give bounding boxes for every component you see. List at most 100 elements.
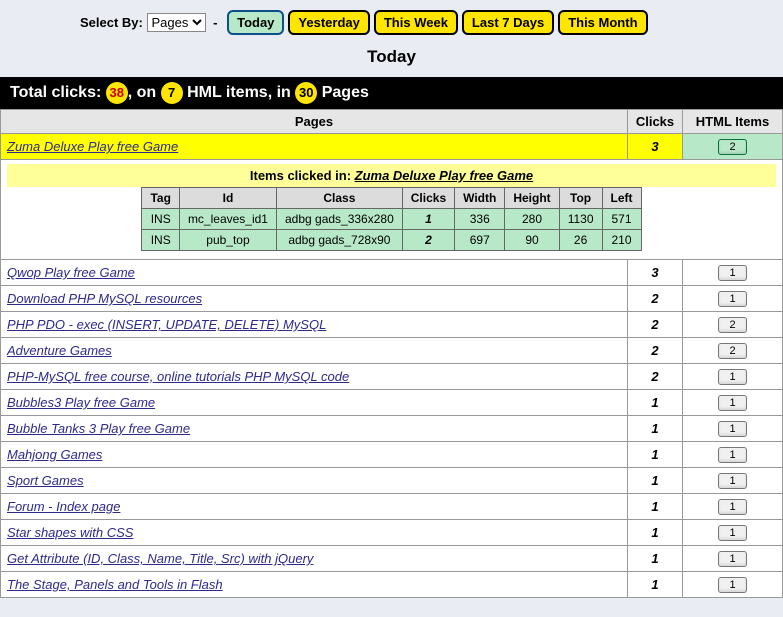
inner-cell-height: 90 bbox=[505, 230, 559, 251]
clicks-cell: 1 bbox=[628, 520, 683, 546]
expand-button[interactable]: 1 bbox=[718, 421, 746, 437]
inner-col-class: Class bbox=[276, 188, 402, 209]
expand-button[interactable]: 1 bbox=[718, 577, 746, 593]
inner-cell-class: adbg gads_336x280 bbox=[276, 209, 402, 230]
clicks-cell: 2 bbox=[628, 364, 683, 390]
table-row: Bubble Tanks 3 Play free Game 1 1 bbox=[1, 416, 783, 442]
inner-row: INSpub_topadbg gads_728x9026979026210 bbox=[142, 230, 641, 251]
inner-col-clicks: Clicks bbox=[402, 188, 454, 209]
inner-cell-id: mc_leaves_id1 bbox=[179, 209, 276, 230]
page-link[interactable]: Adventure Games bbox=[7, 343, 112, 358]
expand-button[interactable]: 1 bbox=[718, 291, 746, 307]
table-row: Qwop Play free Game 3 1 bbox=[1, 260, 783, 286]
select-by-dropdown[interactable]: Pages bbox=[147, 13, 206, 32]
table-row: Bubbles3 Play free Game 1 1 bbox=[1, 390, 783, 416]
clicks-cell: 1 bbox=[628, 390, 683, 416]
page-link[interactable]: Mahjong Games bbox=[7, 447, 102, 462]
inner-cell-left: 571 bbox=[602, 209, 641, 230]
page-link[interactable]: Star shapes with CSS bbox=[7, 525, 133, 540]
inner-col-tag: Tag bbox=[142, 188, 179, 209]
clicks-cell: 1 bbox=[628, 572, 683, 598]
summary-mid1: , on bbox=[128, 84, 156, 101]
inner-cell-clicks: 1 bbox=[402, 209, 454, 230]
page-link[interactable]: Get Attribute (ID, Class, Name, Title, S… bbox=[7, 551, 313, 566]
summary-suffix: Pages bbox=[322, 84, 369, 101]
filter-this-week[interactable]: This Week bbox=[374, 10, 458, 35]
table-row: Adventure Games 2 2 bbox=[1, 338, 783, 364]
filter-last-7-days[interactable]: Last 7 Days bbox=[462, 10, 554, 35]
total-pages-badge: 30 bbox=[295, 82, 317, 104]
table-row: PHP PDO - exec (INSERT, UPDATE, DELETE) … bbox=[1, 312, 783, 338]
inner-col-id: Id bbox=[179, 188, 276, 209]
table-row: PHP-MySQL free course, online tutorials … bbox=[1, 364, 783, 390]
inner-cell-class: adbg gads_728x90 bbox=[276, 230, 402, 251]
table-row: Get Attribute (ID, Class, Name, Title, S… bbox=[1, 546, 783, 572]
expand-button[interactable]: 1 bbox=[718, 265, 746, 281]
table-row: Mahjong Games 1 1 bbox=[1, 442, 783, 468]
clicks-cell: 1 bbox=[628, 468, 683, 494]
expand-button[interactable]: 1 bbox=[718, 447, 746, 463]
expand-button[interactable]: 1 bbox=[718, 473, 746, 489]
inner-cell-clicks: 2 bbox=[402, 230, 454, 251]
page-link[interactable]: PHP-MySQL free course, online tutorials … bbox=[7, 369, 349, 384]
inner-row: INSmc_leaves_id1adbg gads_336x2801336280… bbox=[142, 209, 641, 230]
inner-cell-width: 336 bbox=[455, 209, 505, 230]
expand-button[interactable]: 2 bbox=[718, 343, 746, 359]
table-row: Forum - Index page 1 1 bbox=[1, 494, 783, 520]
col-html-items: HTML Items bbox=[683, 110, 783, 134]
inner-cell-height: 280 bbox=[505, 209, 559, 230]
filter-today[interactable]: Today bbox=[227, 10, 284, 35]
expand-button[interactable]: 1 bbox=[718, 551, 746, 567]
page-title: Today bbox=[0, 47, 783, 67]
clicks-cell: 1 bbox=[628, 494, 683, 520]
summary-prefix: Total clicks: bbox=[10, 84, 101, 101]
table-row: Star shapes with CSS 1 1 bbox=[1, 520, 783, 546]
expanded-items: Items clicked in: Zuma Deluxe Play free … bbox=[1, 160, 783, 260]
inner-col-left: Left bbox=[602, 188, 641, 209]
page-link[interactable]: Forum - Index page bbox=[7, 499, 120, 514]
expand-button[interactable]: 2 bbox=[718, 139, 746, 155]
total-clicks-badge: 38 bbox=[106, 82, 128, 104]
col-pages: Pages bbox=[1, 110, 628, 134]
col-clicks: Clicks bbox=[628, 110, 683, 134]
summary-bar: Total clicks: 38, on 7 HML items, in 30 … bbox=[0, 77, 783, 109]
table-row: Download PHP MySQL resources 2 1 bbox=[1, 286, 783, 312]
page-link[interactable]: Sport Games bbox=[7, 473, 84, 488]
total-items-badge: 7 bbox=[161, 82, 183, 104]
page-link[interactable]: Bubble Tanks 3 Play free Game bbox=[7, 421, 190, 436]
inner-col-width: Width bbox=[455, 188, 505, 209]
clicks-cell: 2 bbox=[628, 312, 683, 338]
page-link[interactable]: Download PHP MySQL resources bbox=[7, 291, 202, 306]
expand-button[interactable]: 1 bbox=[718, 395, 746, 411]
clicks-cell: 1 bbox=[628, 442, 683, 468]
expand-button[interactable]: 1 bbox=[718, 499, 746, 515]
filter-bar: Select By: Pages - TodayYesterdayThis We… bbox=[0, 0, 783, 39]
expand-button[interactable]: 1 bbox=[718, 525, 746, 541]
items-header: Items clicked in: Zuma Deluxe Play free … bbox=[7, 164, 776, 187]
page-link[interactable]: PHP PDO - exec (INSERT, UPDATE, DELETE) … bbox=[7, 317, 326, 332]
inner-table: TagIdClassClicksWidthHeightTopLeft INSmc_… bbox=[141, 187, 641, 251]
inner-col-top: Top bbox=[559, 188, 602, 209]
inner-col-height: Height bbox=[505, 188, 559, 209]
page-link[interactable]: The Stage, Panels and Tools in Flash bbox=[7, 577, 223, 592]
inner-cell-left: 210 bbox=[602, 230, 641, 251]
page-link[interactable]: Zuma Deluxe Play free Game bbox=[7, 139, 178, 154]
page-link[interactable]: Qwop Play free Game bbox=[7, 265, 135, 280]
clicks-cell: 1 bbox=[628, 546, 683, 572]
page-link[interactable]: Bubbles3 Play free Game bbox=[7, 395, 155, 410]
inner-cell-top: 1130 bbox=[559, 209, 602, 230]
filter-yesterday[interactable]: Yesterday bbox=[288, 10, 369, 35]
table-row: Zuma Deluxe Play free Game32 bbox=[1, 134, 783, 160]
clicks-cell: 3 bbox=[628, 260, 683, 286]
table-row: Sport Games 1 1 bbox=[1, 468, 783, 494]
separator: - bbox=[213, 15, 217, 30]
clicks-cell: 1 bbox=[628, 416, 683, 442]
clicks-cell: 2 bbox=[628, 338, 683, 364]
expand-button[interactable]: 2 bbox=[718, 317, 746, 333]
clicks-cell: 2 bbox=[628, 286, 683, 312]
inner-cell-width: 697 bbox=[455, 230, 505, 251]
filter-this-month[interactable]: This Month bbox=[558, 10, 647, 35]
inner-cell-id: pub_top bbox=[179, 230, 276, 251]
expand-button[interactable]: 1 bbox=[718, 369, 746, 385]
inner-cell-tag: INS bbox=[142, 230, 179, 251]
